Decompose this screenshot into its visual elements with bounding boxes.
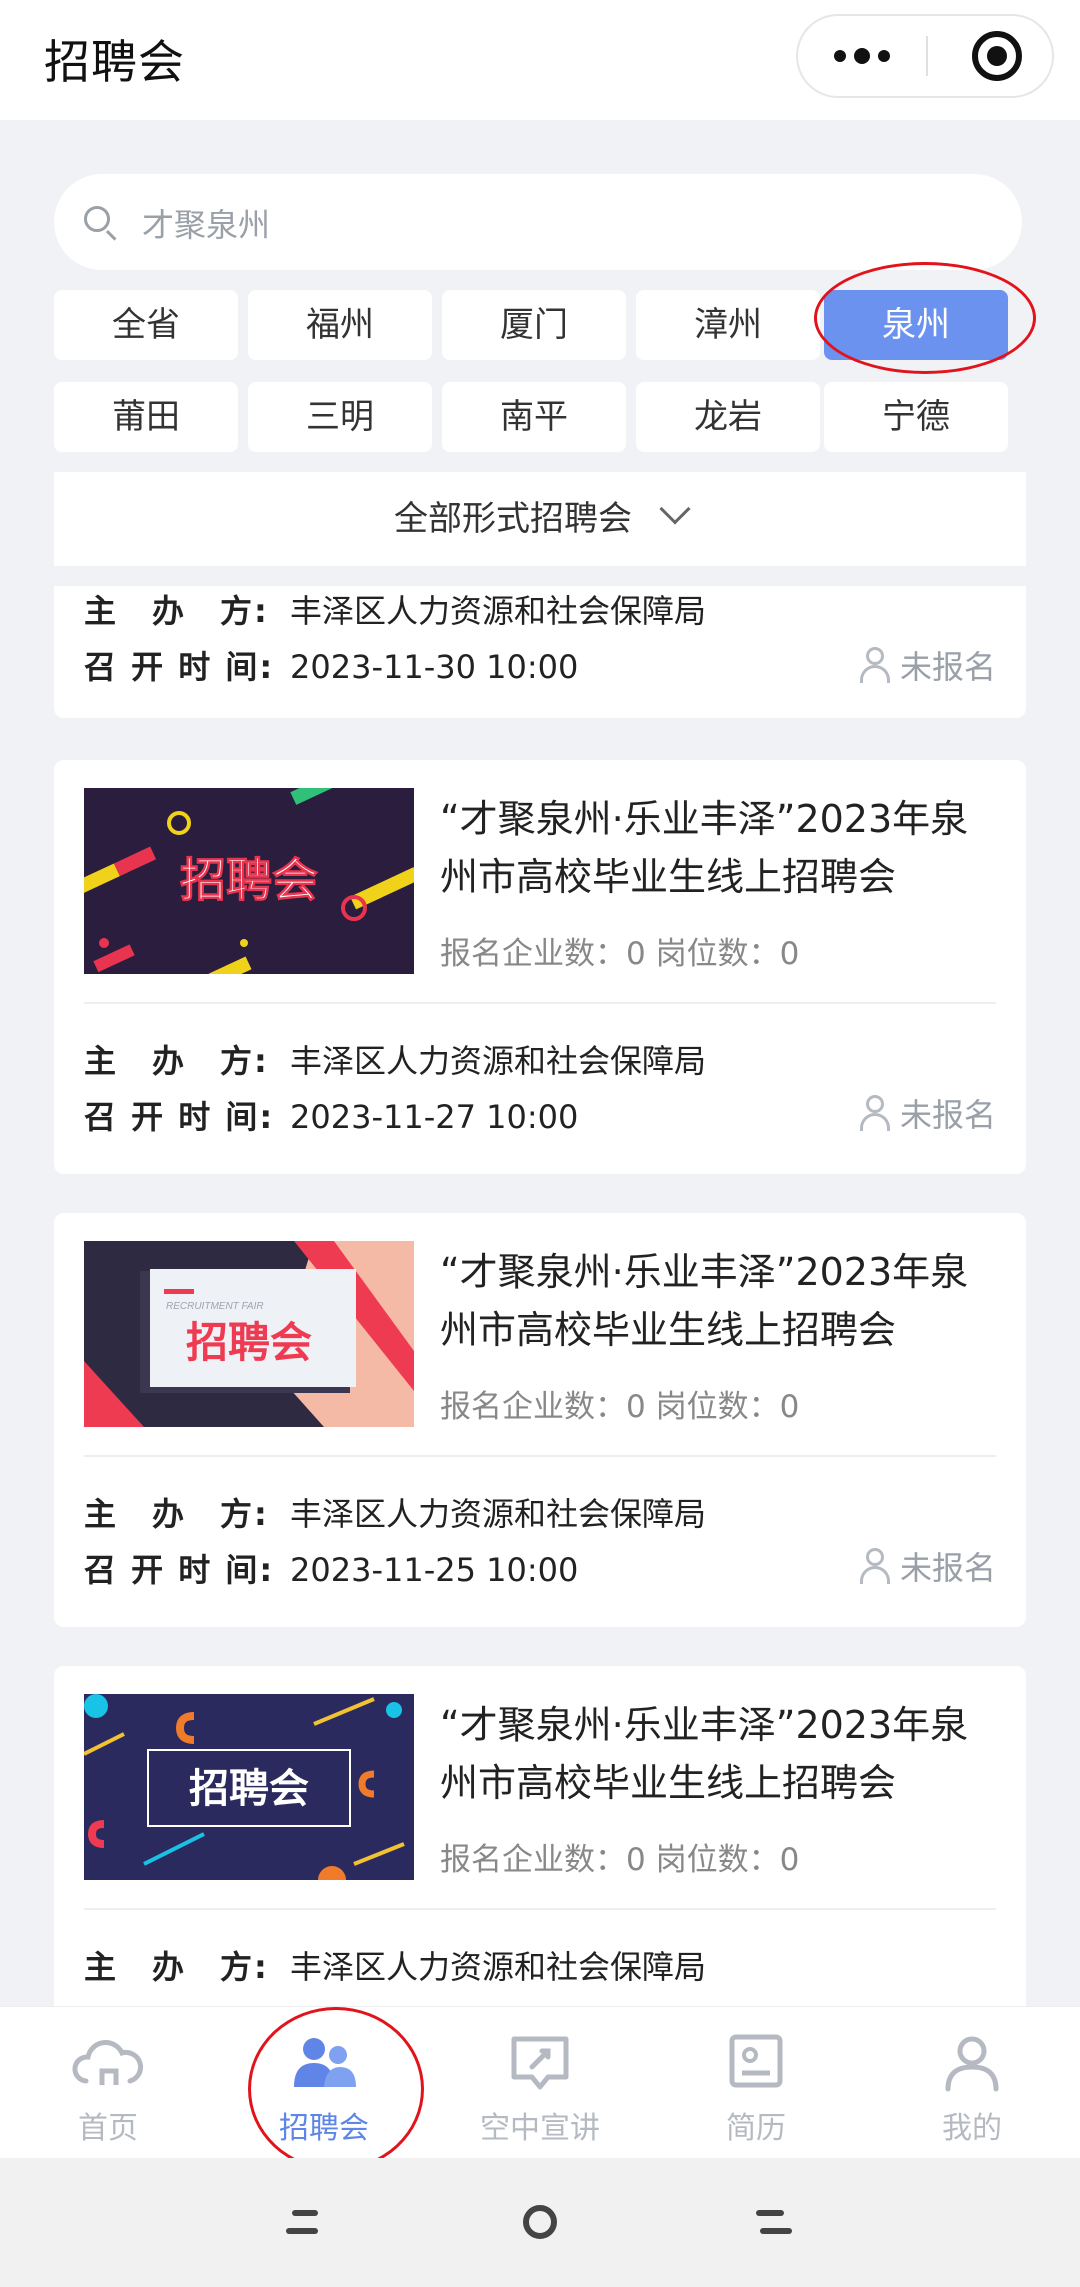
signup-status: 未报名 — [858, 1543, 996, 1589]
highlight-ring — [814, 262, 1036, 374]
fair-title[interactable]: “才聚泉州·乐业丰泽”2023年泉州市高校毕业生线上招聘会 — [440, 1243, 1000, 1359]
city-chip[interactable]: 南平 — [442, 382, 626, 452]
person-icon — [858, 647, 892, 683]
organizer-row: 主 办 方: 丰泽区人力资源和社会保障局 — [84, 1942, 706, 1988]
home-nav-icon[interactable] — [520, 2202, 560, 2242]
organizer-value: 丰泽区人力资源和社会保障局 — [290, 1042, 707, 1080]
organizer-row: 主 办 方: 丰泽区人力资源和社会保障局 — [84, 1036, 706, 1082]
home-cloud-icon — [72, 2040, 144, 2085]
organizer-key: 主 办 方: — [84, 1495, 269, 1533]
tab-label: 空中宣讲 — [480, 2111, 600, 2146]
city-chip[interactable]: 厦门 — [442, 290, 626, 360]
time-key: 召 开 时 间: — [84, 1098, 275, 1136]
highlight-ring — [248, 2007, 424, 2171]
signup-status-label: 未报名 — [899, 1096, 996, 1134]
search-input[interactable]: 才聚泉州 — [142, 200, 270, 246]
chevron-down-icon — [659, 493, 691, 525]
fair-type-dropdown[interactable]: 全部形式招聘会 — [54, 472, 1026, 566]
fair-stats: 报名企业数：0 岗位数：0 — [440, 1842, 800, 1878]
organizer-row: 主 办 方: 丰泽区人力资源和社会保障局 — [84, 1489, 706, 1535]
organizer-value: 丰泽区人力资源和社会保障局 — [290, 1948, 707, 1986]
fair-thumbnail: 招聘会 — [84, 788, 414, 974]
time-value: 2023-11-30 10:00 — [290, 648, 579, 686]
tab-label: 首页 — [78, 2111, 138, 2146]
tab-label: 我的 — [942, 2111, 1002, 2146]
signup-status-label: 未报名 — [899, 1549, 996, 1587]
time-key: 召 开 时 间: — [84, 1551, 275, 1589]
time-row: 召 开 时 间: 2023-11-30 10:00 — [84, 642, 578, 688]
tab-label: 简历 — [726, 2111, 786, 2146]
resume-icon — [729, 2034, 783, 2088]
fair-card[interactable]: 招聘会 “才聚泉州·乐业丰泽”2023年泉州市高校毕业生线上招聘会 报名企业数：… — [54, 1666, 1026, 2006]
capsule-divider — [926, 36, 928, 76]
card-divider — [84, 1455, 996, 1457]
time-key: 召 开 时 间: — [84, 648, 275, 686]
fair-title[interactable]: “才聚泉州·乐业丰泽”2023年泉州市高校毕业生线上招聘会 — [440, 1696, 1000, 1812]
bottom-tab-bar: 首页 招聘会 空中宣讲 简历 我的 — [0, 2006, 1080, 2171]
time-value: 2023-11-25 10:00 — [290, 1551, 579, 1589]
fair-card[interactable]: 招聘会 “才聚泉州·乐业丰泽”2023年泉州市高校毕业生线上招聘会 报名企业数：… — [54, 760, 1026, 1174]
organizer-value: 丰泽区人力资源和社会保障局 — [290, 592, 707, 630]
fair-card[interactable]: 主 办 方: 丰泽区人力资源和社会保障局 召 开 时 间: 2023-11-30 1… — [54, 586, 1026, 718]
thumbnail-subtext: RECRUITMENT FAIR — [166, 1301, 264, 1312]
city-chip[interactable]: 宁德 — [824, 382, 1008, 452]
time-row: 召 开 时 间: 2023-11-25 10:00 — [84, 1545, 578, 1591]
thumbnail-text: 招聘会 — [186, 1319, 312, 1366]
more-options-icon[interactable] — [798, 16, 926, 96]
menu-nav-icon[interactable] — [284, 2206, 324, 2240]
fair-thumbnail: 招聘会 — [84, 1694, 414, 1880]
city-chip[interactable]: 龙岩 — [636, 382, 820, 452]
fair-list[interactable]: 主 办 方: 丰泽区人力资源和社会保障局 召 开 时 间: 2023-11-30 1… — [0, 586, 1080, 2006]
thumbnail-text: 招聘会 — [180, 854, 318, 906]
organizer-key: 主 办 方: — [84, 592, 269, 630]
fair-stats: 报名企业数：0 岗位数：0 — [440, 936, 800, 972]
signup-status: 未报名 — [858, 1090, 996, 1136]
search-bar[interactable]: 才聚泉州 — [54, 174, 1022, 270]
broadcast-icon — [511, 2036, 569, 2090]
back-nav-icon[interactable] — [754, 2206, 794, 2240]
tab-home[interactable]: 首页 — [0, 2007, 216, 2159]
city-chip[interactable]: 全省 — [54, 290, 238, 360]
card-divider — [84, 1002, 996, 1004]
organizer-key: 主 办 方: — [84, 1042, 269, 1080]
fair-type-label: 全部形式招聘会 — [394, 499, 632, 539]
tab-resume[interactable]: 简历 — [648, 2007, 864, 2159]
person-icon — [858, 1095, 892, 1131]
system-navigation-bar — [0, 2158, 1080, 2287]
city-chip[interactable]: 福州 — [248, 290, 432, 360]
tab-broadcast[interactable]: 空中宣讲 — [432, 2007, 648, 2159]
time-value: 2023-11-27 10:00 — [290, 1098, 579, 1136]
city-chip[interactable]: 莆田 — [54, 382, 238, 452]
fair-card[interactable]: RECRUITMENT FAIR 招聘会 “才聚泉州·乐业丰泽”2023年泉州市… — [54, 1213, 1026, 1627]
fair-stats: 报名企业数：0 岗位数：0 — [440, 1389, 800, 1425]
close-miniprogram-icon[interactable] — [972, 31, 1022, 81]
time-row: 召 开 时 间: 2023-11-27 10:00 — [84, 1092, 578, 1138]
page-title: 招聘会 — [44, 35, 185, 89]
organizer-row: 主 办 方: 丰泽区人力资源和社会保障局 — [84, 586, 706, 632]
card-divider — [84, 1908, 996, 1910]
organizer-key: 主 办 方: — [84, 1948, 269, 1986]
signup-status-label: 未报名 — [899, 648, 996, 686]
city-chip[interactable]: 漳州 — [636, 290, 820, 360]
signup-status: 未报名 — [858, 642, 996, 688]
search-icon — [84, 206, 110, 232]
tab-profile[interactable]: 我的 — [864, 2007, 1080, 2159]
organizer-value: 丰泽区人力资源和社会保障局 — [290, 1495, 707, 1533]
thumbnail-text: 招聘会 — [189, 1767, 309, 1811]
profile-icon — [945, 2036, 999, 2092]
city-chip[interactable]: 三明 — [248, 382, 432, 452]
header-bar: 招聘会 — [0, 0, 1080, 120]
person-icon — [858, 1548, 892, 1584]
miniprogram-capsule — [796, 14, 1054, 98]
fair-title[interactable]: “才聚泉州·乐业丰泽”2023年泉州市高校毕业生线上招聘会 — [440, 790, 1000, 906]
fair-thumbnail: RECRUITMENT FAIR 招聘会 — [84, 1241, 414, 1427]
